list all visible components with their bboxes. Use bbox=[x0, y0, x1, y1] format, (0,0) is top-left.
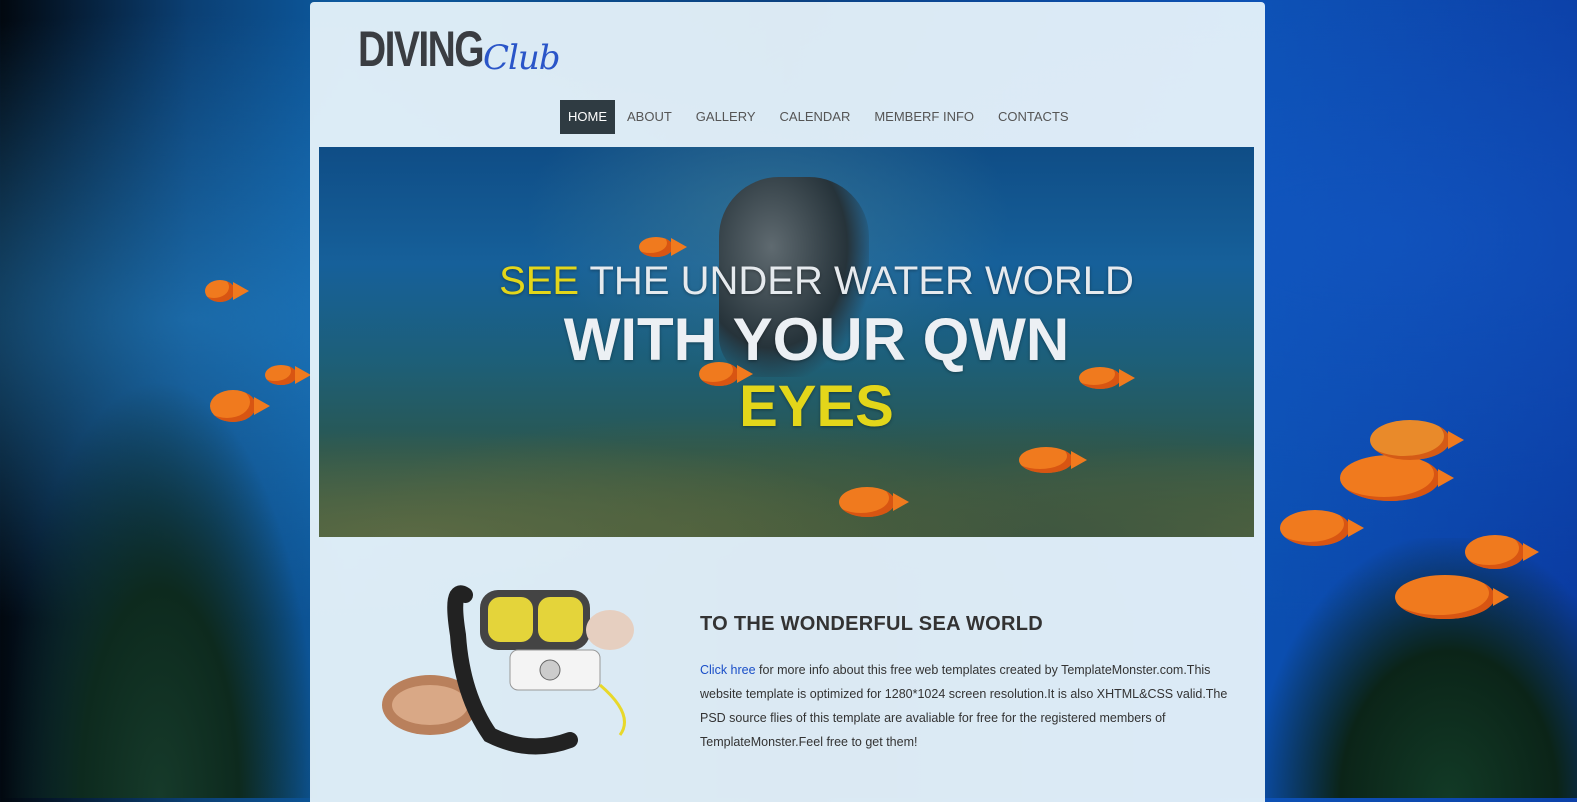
nav-item-about[interactable]: ABOUT bbox=[615, 100, 684, 134]
fish-decoration bbox=[1340, 455, 1440, 501]
snorkel-mask-icon bbox=[382, 585, 634, 755]
fish-decoration bbox=[210, 390, 256, 422]
hero-headline-line-1: SEE THE UNDER WATER WORLD bbox=[349, 259, 1254, 304]
fish-decoration bbox=[1370, 420, 1450, 460]
background-coral-right bbox=[1257, 538, 1577, 798]
fish-decoration bbox=[639, 237, 673, 257]
logo-script-text: Club bbox=[483, 38, 561, 78]
hero-banner: SEE THE UNDER WATER WORLD WITH YOUR QWN … bbox=[319, 147, 1254, 537]
diving-gear-image bbox=[370, 575, 645, 760]
intro-section: TO THE WONDERFUL SEA WORLD Click hree fo… bbox=[310, 537, 1265, 802]
page-container: DIVING Club HOME ABOUT GALLERY CALENDAR … bbox=[310, 2, 1265, 802]
nav-item-contacts[interactable]: CONTACTS bbox=[986, 100, 1081, 134]
logo-main-text: DIVING bbox=[358, 21, 485, 77]
fish-decoration bbox=[265, 365, 297, 385]
nav-item-calendar[interactable]: CALENDAR bbox=[768, 100, 863, 134]
intro-title: TO THE WONDERFUL SEA WORLD bbox=[700, 613, 1043, 635]
nav-item-home[interactable]: HOME bbox=[560, 100, 615, 134]
hero-headline-line-3: EYES bbox=[739, 374, 894, 439]
fish-decoration bbox=[205, 280, 235, 302]
fish-decoration bbox=[1395, 575, 1495, 619]
hero-headline-rest: THE UNDER WATER WORLD bbox=[579, 259, 1134, 303]
fish-decoration bbox=[1019, 447, 1073, 473]
intro-paragraph: Click hree for more info about this free… bbox=[700, 658, 1245, 754]
main-nav: HOME ABOUT GALLERY CALENDAR MEMBERF INFO… bbox=[560, 100, 1081, 134]
fish-decoration bbox=[1465, 535, 1525, 569]
intro-body-text: for more info about this free web templa… bbox=[700, 663, 1228, 749]
fish-decoration bbox=[1280, 510, 1350, 546]
hero-headline-line-2: WITH YOUR QWN bbox=[563, 306, 1070, 373]
background-coral-left bbox=[0, 378, 320, 798]
hero-headline-accent: SEE bbox=[499, 259, 580, 303]
fish-decoration bbox=[839, 487, 895, 517]
click-here-link[interactable]: Click hree bbox=[700, 663, 756, 677]
nav-item-member-info[interactable]: MEMBERF INFO bbox=[862, 100, 986, 134]
nav-item-gallery[interactable]: GALLERY bbox=[684, 100, 768, 134]
site-logo[interactable]: DIVING Club bbox=[358, 20, 561, 80]
